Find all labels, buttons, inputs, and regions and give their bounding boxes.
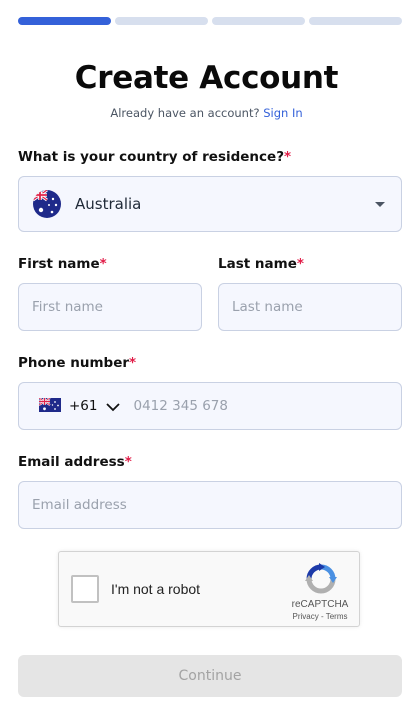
recaptcha-brand: reCAPTCHA (291, 599, 349, 610)
continue-button[interactable]: Continue (18, 655, 402, 697)
recaptcha-checkbox[interactable] (71, 575, 99, 603)
phone-field: +61 (18, 382, 402, 430)
required-mark: * (99, 256, 107, 272)
first-name-input[interactable] (19, 284, 201, 330)
email-label: Email address* (18, 454, 132, 470)
recaptcha-label: I'm not a robot (111, 581, 201, 597)
email-field (18, 481, 402, 529)
recaptcha-logo-icon (305, 563, 337, 595)
dial-code: +61 (69, 398, 98, 414)
email-label-text: Email address (18, 454, 125, 470)
recaptcha-widget: I'm not a robot reCAPTCHA Privacy - Term… (58, 551, 360, 627)
first-name-label-text: First name (18, 256, 100, 272)
progress-step-3 (212, 17, 305, 25)
selected-country: Australia (75, 195, 142, 213)
signin-prompt-text: Already have an account? (110, 106, 260, 120)
last-name-label: Last name* (218, 256, 304, 272)
page-title: Create Account (74, 60, 339, 96)
email-input[interactable] (19, 482, 401, 528)
dial-code-select[interactable]: +61 (38, 396, 120, 416)
recaptcha-terms[interactable]: Privacy - Terms (285, 612, 355, 621)
phone-input[interactable] (119, 383, 401, 429)
progress-bar (18, 17, 402, 25)
phone-label: Phone number* (18, 355, 136, 371)
country-label-text: What is your country of residence? (18, 149, 285, 165)
progress-step-4 (309, 17, 402, 25)
last-name-label-text: Last name (218, 256, 297, 272)
progress-step-1 (18, 17, 111, 25)
required-mark: * (129, 355, 137, 371)
phone-label-text: Phone number (18, 355, 130, 371)
country-label: What is your country of residence?* (18, 149, 291, 165)
australia-flag-icon (33, 190, 61, 218)
last-name-field (218, 283, 402, 331)
country-select[interactable]: Australia (18, 176, 402, 232)
sign-in-link[interactable]: Sign In (263, 106, 302, 120)
first-name-field (18, 283, 202, 331)
progress-step-2 (115, 17, 208, 25)
required-mark: * (284, 149, 292, 165)
australia-flag-icon (38, 396, 61, 416)
last-name-input[interactable] (219, 284, 401, 330)
caret-down-icon (375, 201, 385, 207)
required-mark: * (296, 256, 304, 272)
chevron-down-icon (105, 397, 120, 416)
required-mark: * (124, 454, 132, 470)
signin-prompt: Already have an account? Sign In (0, 106, 413, 120)
first-name-label: First name* (18, 256, 107, 272)
